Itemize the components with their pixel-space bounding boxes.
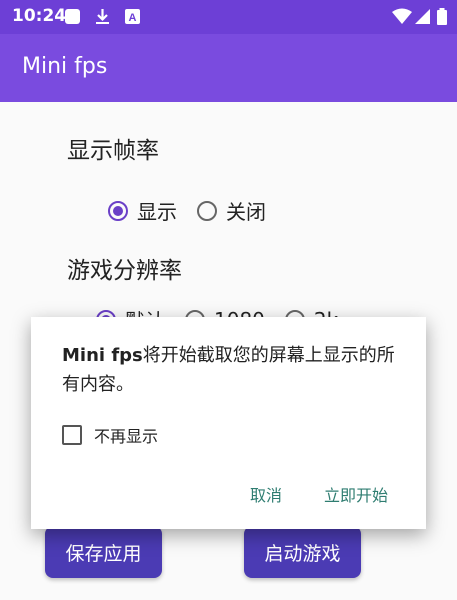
status-bar: 10:24 A	[0, 0, 457, 34]
app-bar: Mini fps	[0, 34, 457, 102]
dont-show-again-label: 不再显示	[94, 427, 159, 446]
svg-text:A: A	[129, 12, 137, 24]
checkbox-unchecked-icon	[62, 425, 82, 445]
download-icon	[96, 9, 109, 24]
signal-icon	[415, 9, 430, 24]
text-a-icon: A	[125, 9, 140, 24]
wifi-icon	[392, 8, 412, 24]
dont-show-again-checkbox[interactable]: 不再显示	[62, 423, 158, 447]
dialog-app-name: Mini fps	[62, 345, 143, 366]
app-title: Mini fps	[22, 54, 108, 79]
battery-icon	[437, 8, 447, 25]
app-square-icon	[65, 9, 80, 24]
status-time: 10:24	[12, 6, 67, 26]
dialog-message: Mini fps将开始截取您的屏幕上显示的所有内容。	[62, 341, 412, 399]
cancel-button[interactable]: 取消	[250, 482, 282, 506]
screen-capture-dialog: Mini fps将开始截取您的屏幕上显示的所有内容。 不再显示 取消 立即开始	[31, 317, 426, 529]
start-now-button[interactable]: 立即开始	[324, 482, 388, 506]
